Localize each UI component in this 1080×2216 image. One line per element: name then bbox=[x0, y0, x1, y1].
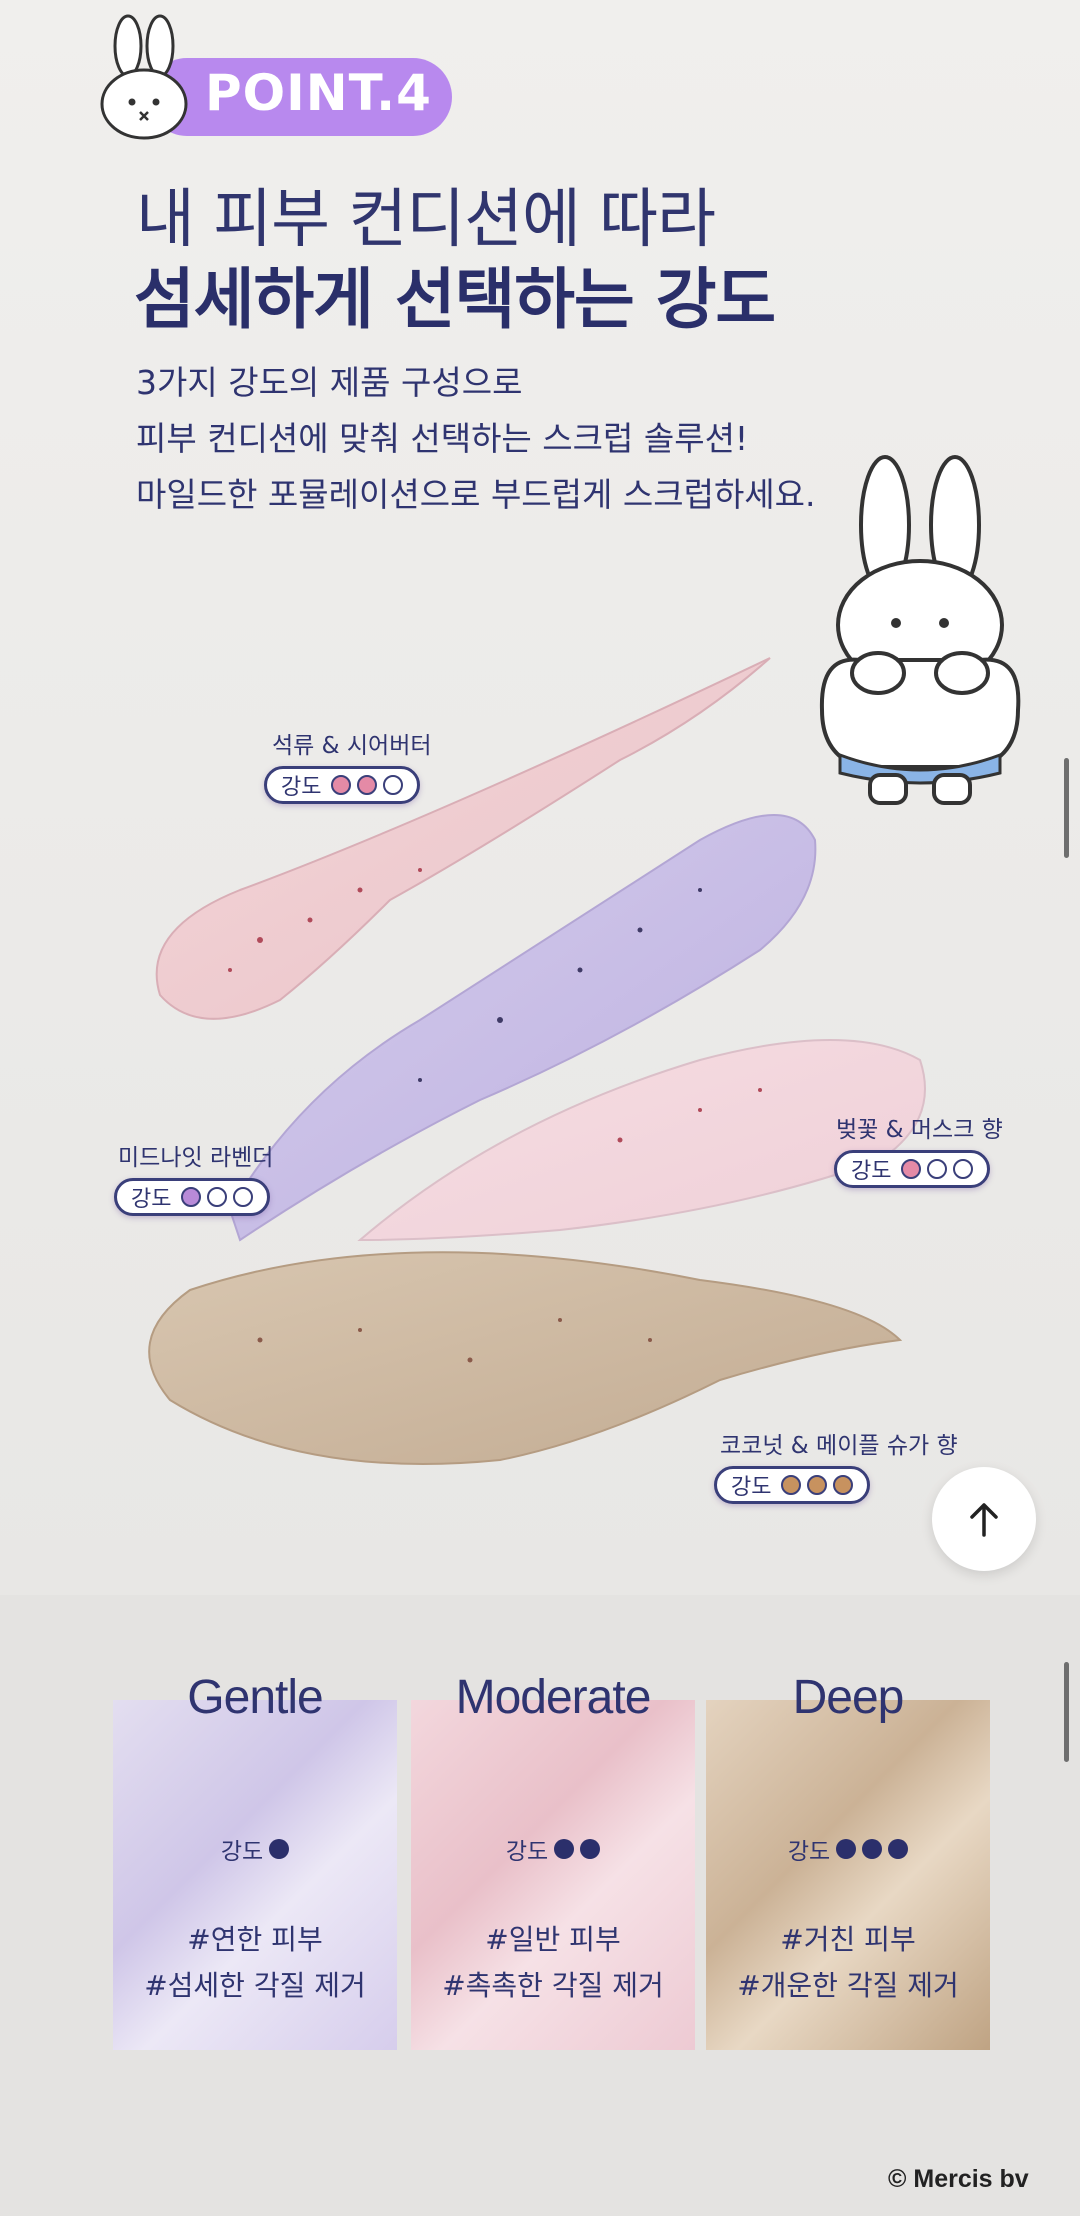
card-title-moderate: Moderate bbox=[455, 1671, 652, 1724]
intensity-dot bbox=[269, 1839, 290, 1859]
card-tag: #연한 피부 bbox=[187, 1923, 323, 1956]
intensity-card-moderate: 강도 #일반 피부 #촉촉한 각질 제거 bbox=[411, 1700, 695, 2050]
intensity-dot bbox=[781, 1475, 802, 1495]
intensity-dot bbox=[383, 775, 404, 795]
intensity-dot bbox=[901, 1159, 922, 1179]
intensity-label: 강도 bbox=[131, 1187, 172, 1212]
intensity-dot bbox=[331, 775, 352, 795]
card-tag: #개운한 각질 제거 bbox=[737, 1969, 959, 2002]
product-swatch-image bbox=[148, 657, 926, 1465]
intensity-dot bbox=[888, 1839, 909, 1859]
intensity-dot bbox=[181, 1187, 202, 1207]
arrow-up-icon bbox=[970, 1503, 998, 1537]
intensity-pill: 강도 bbox=[264, 766, 421, 804]
headline-line-2: 섬세하게 선택하는 강도 bbox=[134, 261, 776, 338]
scrollbar-thumb[interactable] bbox=[1064, 758, 1069, 858]
intensity-dot bbox=[207, 1187, 228, 1207]
intensity-card-deep: 강도 #거친 피부 #개운한 각질 제거 bbox=[706, 1700, 990, 2050]
intensity-label: 강도 bbox=[731, 1475, 772, 1500]
card-tag: #촉촉한 각질 제거 bbox=[442, 1969, 664, 2002]
swatch-label-coconut: 코코넛 & 메이플 슈가 향 강도 bbox=[714, 1426, 958, 1504]
intensity-dot bbox=[836, 1839, 857, 1859]
description-line: 피부 컨디션에 맞춰 선택하는 스크럽 솔루션! bbox=[136, 419, 749, 458]
scrollbar-thumb[interactable] bbox=[1064, 1662, 1069, 1762]
swatch-name: 석류 & 시어버터 bbox=[272, 733, 432, 759]
description-line: 3가지 강도의 제품 구성으로 bbox=[136, 363, 523, 402]
card-tag: #거친 피부 bbox=[780, 1923, 916, 1956]
intensity-label: 강도 bbox=[281, 775, 322, 800]
card-title-gentle: Gentle bbox=[187, 1671, 323, 1724]
description-line: 마일드한 포뮬레이션으로 부드럽게 스크럽하세요. bbox=[136, 475, 816, 514]
swatch-label-cherry-blossom: 벚꽃 & 머스크 향 강도 bbox=[834, 1110, 1003, 1188]
card-intensity: 강도 bbox=[113, 1832, 397, 1866]
card-tag: #일반 피부 bbox=[485, 1923, 621, 1956]
swatch-name: 코코넛 & 메이플 슈가 향 bbox=[720, 1433, 958, 1459]
intensity-pill: 강도 bbox=[714, 1466, 871, 1504]
intensity-dot bbox=[554, 1839, 575, 1859]
intensity-dot bbox=[862, 1839, 883, 1859]
description: 3가지 강도의 제품 구성으로 피부 컨디션에 맞춰 선택하는 스크럽 솔루션!… bbox=[136, 355, 816, 523]
swatch-name: 벚꽃 & 머스크 향 bbox=[836, 1117, 1003, 1143]
swatch-name: 미드나잇 라벤더 bbox=[118, 1145, 274, 1171]
card-intensity: 강도 bbox=[706, 1832, 990, 1866]
intensity-label: 강도 bbox=[851, 1159, 892, 1184]
intensity-pill: 강도 bbox=[834, 1150, 991, 1188]
intensity-label: 강도 bbox=[505, 1839, 549, 1865]
intensity-dot bbox=[233, 1187, 254, 1207]
point-badge-label: POINT.4 bbox=[205, 64, 432, 122]
intensity-dot bbox=[953, 1159, 974, 1179]
card-intensity: 강도 bbox=[411, 1832, 695, 1866]
bunny-head-icon bbox=[100, 14, 188, 140]
intensity-dot bbox=[833, 1475, 854, 1495]
intensity-dot bbox=[807, 1475, 828, 1495]
swatch-label-lavender: 미드나잇 라벤더 강도 bbox=[114, 1138, 273, 1216]
scroll-to-top-button[interactable] bbox=[932, 1467, 1036, 1571]
swatch-label-pomegranate: 석류 & 시어버터 강도 bbox=[264, 726, 432, 804]
copyright-text: © Mercis bv bbox=[888, 2165, 1029, 2193]
intensity-label: 강도 bbox=[787, 1839, 831, 1865]
intensity-dot bbox=[580, 1839, 601, 1859]
intensity-card-gentle: 강도 #연한 피부 #섬세한 각질 제거 bbox=[113, 1700, 397, 2050]
intensity-dot bbox=[927, 1159, 948, 1179]
intensity-dot bbox=[357, 775, 378, 795]
intensity-pill: 강도 bbox=[114, 1178, 271, 1216]
card-title-deep: Deep bbox=[792, 1671, 905, 1724]
intensity-label: 강도 bbox=[220, 1839, 264, 1865]
card-tag: #섬세한 각질 제거 bbox=[144, 1969, 366, 2002]
